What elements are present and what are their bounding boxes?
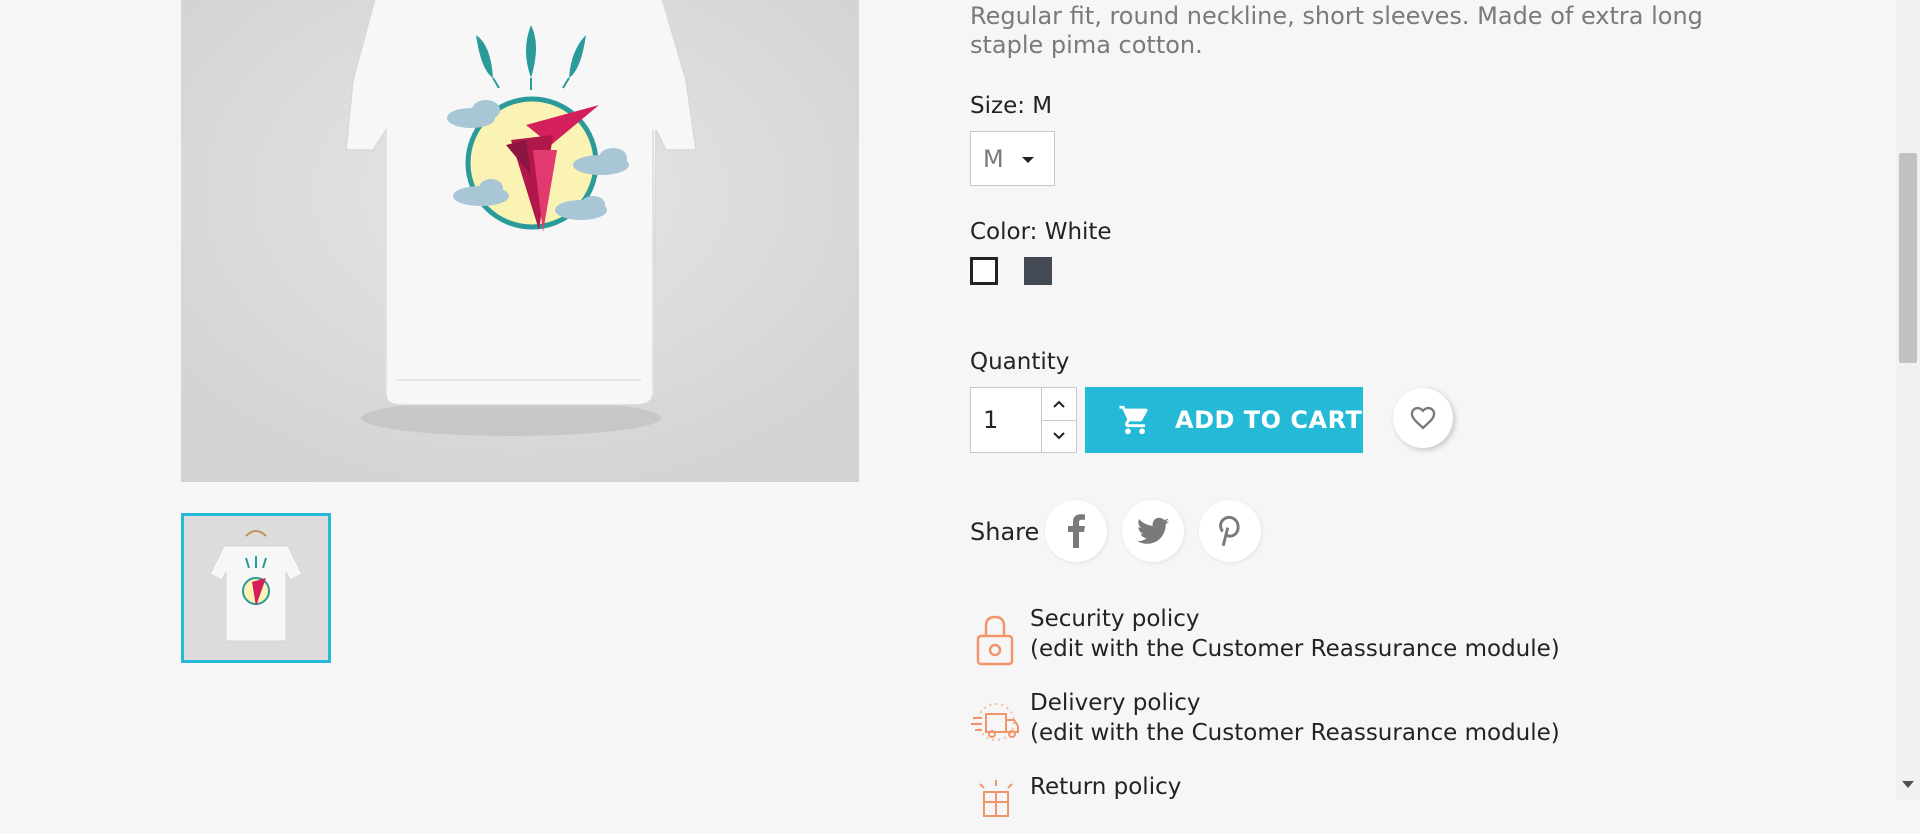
policy-delivery: Delivery policy (edit with the Customer … bbox=[970, 688, 1670, 752]
scrollbar-thumb[interactable] bbox=[1899, 153, 1917, 363]
quantity-decrement-button[interactable] bbox=[1042, 420, 1076, 452]
lock-icon bbox=[976, 615, 1014, 666]
wishlist-button[interactable] bbox=[1393, 388, 1453, 448]
policy-delivery-subtitle: (edit with the Customer Reassurance modu… bbox=[1030, 720, 1560, 746]
share-label: Share bbox=[970, 518, 1040, 546]
product-main-image[interactable] bbox=[181, 0, 859, 482]
return-box-icon bbox=[979, 780, 1013, 817]
quantity-input[interactable] bbox=[971, 388, 1043, 452]
policy-return-title: Return policy bbox=[1030, 774, 1182, 800]
pinterest-icon bbox=[1219, 515, 1240, 547]
color-swatch-black[interactable] bbox=[1024, 257, 1052, 285]
policy-security-subtitle: (edit with the Customer Reassurance modu… bbox=[1030, 636, 1560, 662]
product-thumbnail[interactable] bbox=[181, 513, 331, 663]
share-twitter-button[interactable] bbox=[1122, 500, 1184, 562]
quantity-label: Quantity bbox=[970, 349, 1070, 375]
quantity-increment-button[interactable] bbox=[1042, 388, 1076, 421]
tshirt-image bbox=[181, 0, 859, 482]
facebook-icon bbox=[1068, 514, 1085, 548]
size-select[interactable]: M bbox=[970, 131, 1055, 186]
policy-security-text: Security policy (edit with the Customer … bbox=[1030, 604, 1560, 664]
color-label: Color: White bbox=[970, 219, 1112, 245]
add-to-cart-button[interactable]: ADD TO CART bbox=[1085, 387, 1363, 453]
policy-return: Return policy bbox=[970, 772, 1670, 817]
delivery-truck-icon bbox=[971, 703, 1019, 741]
policy-security: Security policy (edit with the Customer … bbox=[970, 604, 1670, 668]
share-pinterest-button[interactable] bbox=[1199, 500, 1261, 562]
chevron-up-icon bbox=[1053, 400, 1065, 408]
scrollbar[interactable] bbox=[1896, 0, 1920, 800]
policy-security-title: Security policy bbox=[1030, 606, 1200, 632]
add-to-cart-label: ADD TO CART bbox=[1175, 406, 1363, 434]
twitter-icon bbox=[1137, 517, 1169, 544]
caret-down-icon bbox=[1022, 157, 1034, 163]
share-facebook-button[interactable] bbox=[1045, 500, 1107, 562]
size-selected-value: M bbox=[983, 144, 1004, 173]
tshirt-thumbnail-image bbox=[184, 516, 328, 660]
heart-outline-icon bbox=[1410, 406, 1436, 430]
policy-delivery-text: Delivery policy (edit with the Customer … bbox=[1030, 688, 1560, 748]
shopping-cart-icon bbox=[1119, 405, 1148, 435]
policy-return-text: Return policy bbox=[1030, 772, 1181, 802]
policy-delivery-title: Delivery policy bbox=[1030, 690, 1201, 716]
chevron-down-icon bbox=[1053, 432, 1065, 440]
color-swatch-white[interactable] bbox=[970, 257, 998, 285]
size-label: Size: M bbox=[970, 93, 1053, 119]
product-description: Regular fit, round neckline, short sleev… bbox=[970, 2, 1703, 59]
quantity-stepper bbox=[970, 387, 1077, 453]
scroll-down-arrow-icon[interactable] bbox=[1902, 781, 1914, 788]
quantity-spin-buttons bbox=[1041, 388, 1076, 452]
